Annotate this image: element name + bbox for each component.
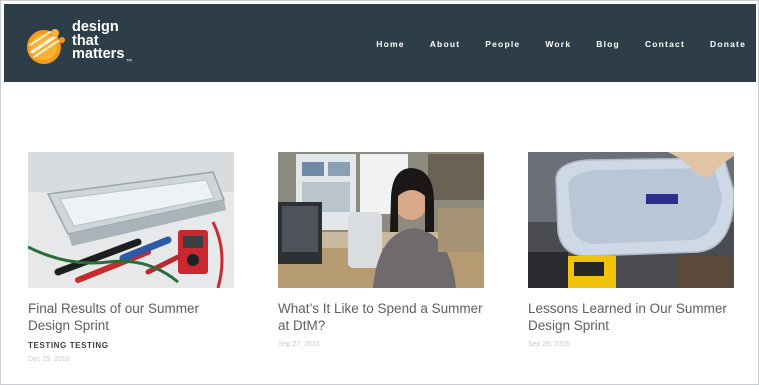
nav-item-donate[interactable]: Donate (710, 39, 746, 49)
nav-item-blog[interactable]: Blog (596, 39, 620, 49)
page-frame: design that matters ™ Home About People … (0, 0, 759, 385)
post-image-intern-at-desk[interactable] (278, 152, 484, 288)
blog-card[interactable]: Lessons Learned in Our Summer Design Spr… (528, 152, 734, 348)
nav-item-home[interactable]: Home (376, 39, 404, 49)
post-title[interactable]: What’s It Like to Spend a Summer at DtM? (278, 300, 484, 334)
logo-sun-icon (27, 29, 65, 64)
post-image-tray-and-multimeter[interactable] (28, 152, 234, 288)
nav-item-about[interactable]: About (430, 39, 461, 49)
nav-item-people[interactable]: People (485, 39, 520, 49)
post-title[interactable]: Lessons Learned in Our Summer Design Spr… (528, 300, 734, 334)
logo-line-3: matters (72, 46, 125, 62)
main-nav: Home About People Work Blog Contact Dona… (351, 39, 746, 49)
post-title[interactable]: Final Results of our Summer Design Sprin… (28, 300, 234, 334)
post-date: Sep 27, 2016 (278, 341, 320, 348)
trademark-mark: ™ (126, 59, 132, 65)
site-header: design that matters ™ Home About People … (4, 4, 756, 82)
nav-item-contact[interactable]: Contact (645, 39, 685, 49)
post-tag[interactable]: TESTING TESTING (28, 341, 234, 350)
logo-wordmark: design that matters (72, 20, 125, 62)
post-image-filled-tray[interactable] (528, 152, 734, 288)
blog-card[interactable]: Final Results of our Summer Design Sprin… (28, 152, 234, 363)
post-date: Dec 29, 2016 (28, 356, 70, 363)
blog-card[interactable]: What’s It Like to Spend a Summer at DtM?… (278, 152, 484, 348)
post-date: Sep 28, 2016 (528, 341, 570, 348)
nav-item-work[interactable]: Work (545, 39, 571, 49)
site-logo[interactable]: design that matters ™ (22, 20, 142, 69)
